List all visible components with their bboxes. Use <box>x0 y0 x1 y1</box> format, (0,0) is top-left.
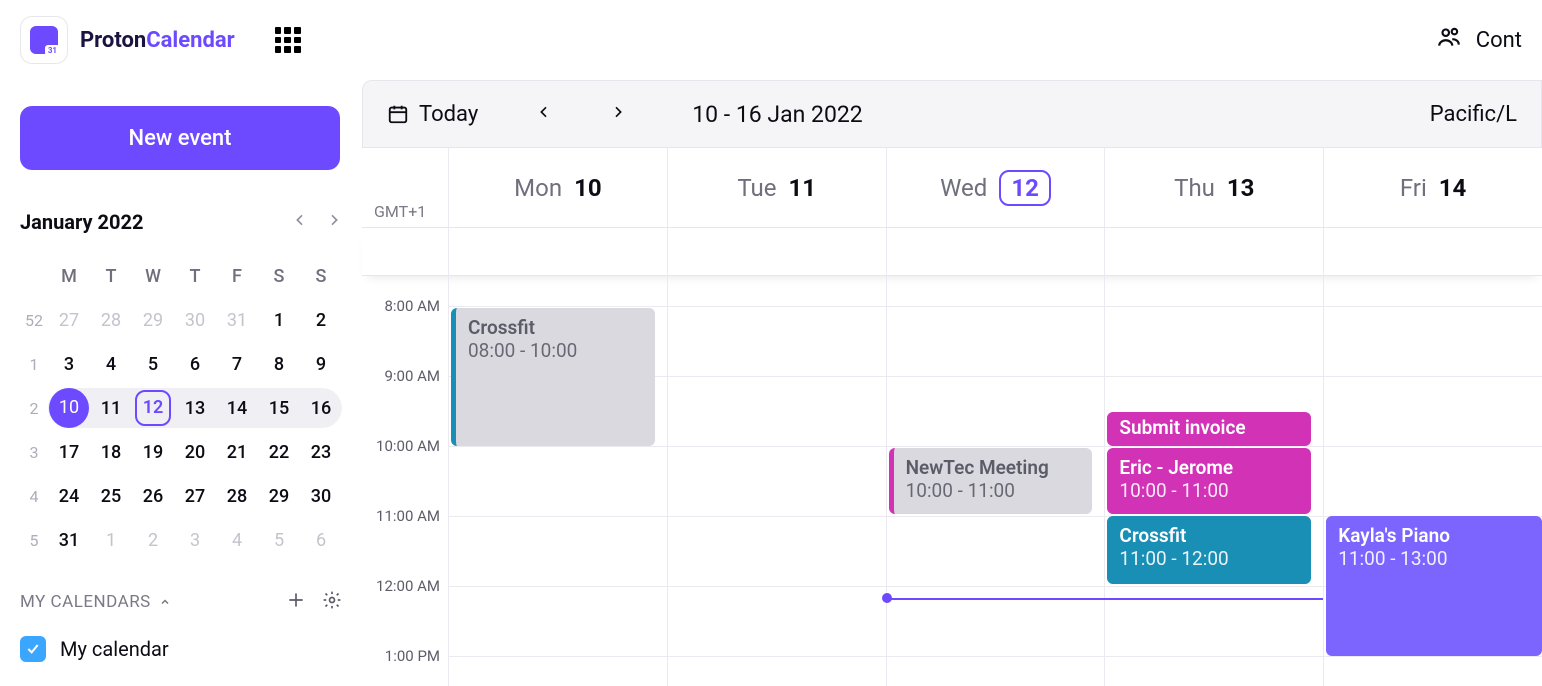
time-label: 12:00 AM <box>376 577 440 595</box>
next-month-icon[interactable] <box>326 212 342 232</box>
settings-icon[interactable] <box>322 590 342 614</box>
chevron-up-icon[interactable] <box>159 593 171 612</box>
mini-day-selected: 10 <box>49 388 89 428</box>
prev-month-icon[interactable] <box>292 212 308 232</box>
logo-text-proton: Proton <box>80 28 146 53</box>
today-button[interactable]: Today <box>387 102 478 127</box>
day-header-mon[interactable]: Mon10 <box>448 148 667 227</box>
prev-week-icon[interactable] <box>536 104 552 124</box>
add-calendar-icon[interactable] <box>286 590 306 614</box>
my-calendars-label[interactable]: MY CALENDARS <box>20 592 151 612</box>
app-logo[interactable]: ProtonCalendar <box>20 16 235 64</box>
mini-calendar-month: January 2022 <box>20 210 143 234</box>
day-header-fri[interactable]: Fri14 <box>1323 148 1542 227</box>
contacts-label[interactable]: Cont <box>1476 28 1522 53</box>
time-label: 9:00 AM <box>384 367 440 385</box>
new-event-button[interactable]: New event <box>20 106 340 170</box>
logo-text-calendar: Calendar <box>146 28 234 53</box>
event-crossfit[interactable]: Crossfit 08:00 - 10:00 <box>451 308 655 446</box>
event-crossfit2[interactable]: Crossfit 11:00 - 12:00 <box>1107 516 1311 584</box>
calendar-checkbox[interactable] <box>20 636 46 662</box>
time-label: 1:00 PM <box>385 647 440 665</box>
apps-grid-icon[interactable] <box>275 27 301 53</box>
next-week-icon[interactable] <box>610 104 626 124</box>
contacts-icon[interactable] <box>1436 24 1462 56</box>
mini-calendar[interactable]: M T W T F S S 52 272829303112 1 3456789 … <box>20 254 342 562</box>
time-label: 10:00 AM <box>376 437 440 455</box>
toolbar: Today 10 - 16 Jan 2022 Pacific/L <box>362 80 1542 148</box>
gmt-label: GMT+1 <box>374 202 426 221</box>
timezone-selector[interactable]: Pacific/L <box>1430 102 1517 127</box>
time-label: 11:00 AM <box>376 507 440 525</box>
mini-day-today: 12 <box>135 390 171 426</box>
day-header-thu[interactable]: Thu13 <box>1104 148 1323 227</box>
day-header-wed[interactable]: Wed12 <box>886 148 1105 227</box>
calendar-item[interactable]: My calendar <box>20 636 342 662</box>
event-newtec[interactable]: NewTec Meeting 10:00 - 11:00 <box>889 448 1093 514</box>
date-range: 10 - 16 Jan 2022 <box>692 101 863 128</box>
day-header-tue[interactable]: Tue11 <box>667 148 886 227</box>
calendar-name: My calendar <box>60 637 169 661</box>
time-label: 8:00 AM <box>384 297 440 315</box>
event-piano[interactable]: Kayla's Piano 11:00 - 13:00 <box>1326 516 1542 656</box>
event-invoice[interactable]: Submit invoice <box>1107 412 1311 446</box>
event-eric[interactable]: Eric - Jerome 10:00 - 11:00 <box>1107 448 1311 514</box>
